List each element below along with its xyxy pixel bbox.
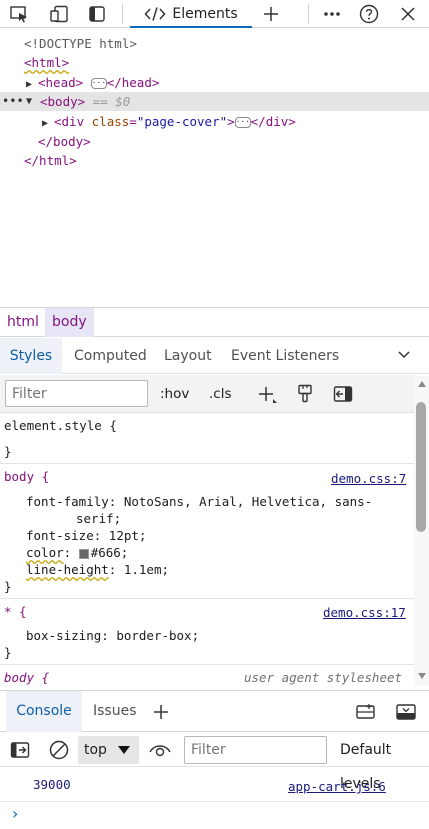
tab-elements[interactable]: Elements: [130, 0, 252, 28]
prop-line-height[interactable]: line-height: 1.1em;: [26, 561, 169, 578]
add-tab-icon[interactable]: [258, 2, 284, 26]
rule-close-brace: }: [4, 579, 12, 594]
console-prompt-icon[interactable]: ›: [12, 804, 18, 823]
paint-brush-icon[interactable]: [297, 384, 313, 404]
tab-issues[interactable]: Issues: [93, 691, 137, 732]
show-sidebar-icon[interactable]: [10, 741, 30, 759]
tab-elements-label: Elements: [172, 6, 238, 22]
add-drawer-tab-icon[interactable]: [152, 703, 170, 721]
prop-box-sizing[interactable]: box-sizing: border-box;: [26, 627, 199, 644]
dock-drawer-icon[interactable]: [355, 703, 377, 721]
console-toolbar: top Default levels: [0, 733, 429, 792]
more-actions-icon[interactable]: •••: [2, 92, 24, 111]
body-node-selected[interactable]: ••• ▼ <body> == $0: [0, 92, 429, 111]
head-node[interactable]: ▶ <head> ···</head>: [26, 73, 159, 92]
doctype-node[interactable]: <!DOCTYPE html>: [24, 34, 137, 53]
rule-close-brace: }: [4, 444, 12, 459]
cls-toggle[interactable]: .cls: [209, 375, 232, 413]
body-close-node[interactable]: </body>: [38, 132, 91, 151]
element-style-selector[interactable]: element.style {: [4, 417, 117, 434]
close-icon[interactable]: [395, 2, 421, 26]
active-tab-indicator: [130, 26, 252, 28]
tab-styles[interactable]: Styles: [0, 338, 62, 374]
more-icon[interactable]: [319, 2, 345, 26]
drawer-tabbar: Console Issues: [0, 690, 429, 732]
collapse-drawer-icon[interactable]: [395, 703, 417, 721]
scroll-up-arrow-icon[interactable]: [417, 380, 427, 388]
collapse-triangle-icon[interactable]: ▼: [26, 92, 32, 111]
ellipsis-icon[interactable]: ···: [234, 117, 251, 128]
styles-filter-input[interactable]: [5, 380, 148, 407]
breadcrumb-item-body[interactable]: body: [45, 308, 94, 337]
devtools-toolbar: Elements: [0, 0, 429, 28]
console-message-row: 39000 app-cart.js:6: [0, 768, 429, 802]
live-expression-eye-icon[interactable]: [148, 742, 172, 758]
breadcrumb-item-html[interactable]: html: [0, 308, 46, 337]
styles-tabbar: Styles Computed Layout Event Listeners: [0, 338, 429, 374]
rule1-source-link[interactable]: demo.css:7: [331, 470, 406, 487]
rule-close-brace: }: [4, 645, 12, 660]
dropdown-triangle-icon: [118, 746, 130, 755]
prop-font-size[interactable]: font-size: 12pt;: [26, 527, 146, 544]
hov-toggle[interactable]: :hov: [160, 375, 189, 413]
rule1-selector[interactable]: body {: [4, 468, 49, 485]
rule3-selector[interactable]: body {: [4, 669, 49, 686]
code-icon: [144, 6, 166, 22]
breadcrumb: html body: [0, 307, 429, 337]
dom-tree: <!DOCTYPE html> <html> ▶ <head> ···</head…: [0, 30, 429, 180]
tab-computed[interactable]: Computed: [74, 338, 147, 374]
prop-color[interactable]: color: #666;: [26, 544, 128, 561]
device-emulation-icon[interactable]: [46, 2, 72, 26]
console-log-value[interactable]: 39000: [33, 777, 71, 792]
tab-console[interactable]: Console: [6, 691, 82, 732]
chevron-down-icon[interactable]: [397, 350, 411, 360]
clear-console-icon[interactable]: [48, 739, 70, 761]
prop-font-family-cont: serif;: [76, 511, 122, 526]
tab-layout[interactable]: Layout: [164, 338, 212, 374]
rule3-source: user agent stylesheet: [244, 670, 403, 685]
prop-font-family[interactable]: font-family: NotoSans, Arial, Helvetica,…: [26, 493, 372, 510]
context-select[interactable]: top: [78, 736, 139, 764]
inspect-icon[interactable]: [6, 2, 32, 26]
rule2-source-link[interactable]: demo.css:17: [323, 604, 406, 621]
log-levels-dropdown[interactable]: Default levels: [340, 733, 429, 792]
new-rule-icon[interactable]: [258, 385, 278, 405]
styles-filterbar: :hov .cls: [0, 375, 414, 413]
color-swatch[interactable]: [78, 548, 89, 559]
selected-node-marker: == $0: [92, 94, 131, 109]
html-close-node[interactable]: </html>: [24, 151, 77, 170]
expand-triangle-icon[interactable]: ▶: [42, 114, 54, 133]
div-page-cover-node[interactable]: ▶ <div class="page-cover">···</div>: [42, 112, 296, 131]
console-source-link[interactable]: app-cart.js:6: [288, 779, 386, 794]
scroll-down-arrow-icon[interactable]: [417, 672, 427, 680]
dock-icon[interactable]: [84, 2, 110, 26]
styles-scroll-thumb[interactable]: [416, 402, 426, 532]
tab-event-listeners[interactable]: Event Listeners: [231, 338, 339, 374]
styles-pane: element.style { } body { demo.css:7 font…: [0, 413, 414, 686]
ellipsis-icon[interactable]: ···: [90, 78, 107, 89]
rule2-selector[interactable]: * {: [4, 603, 27, 620]
toggle-sidebar-icon[interactable]: [333, 385, 353, 403]
console-filter-input[interactable]: [184, 736, 327, 764]
help-icon[interactable]: [356, 2, 382, 26]
html-node[interactable]: <html>: [24, 53, 69, 72]
